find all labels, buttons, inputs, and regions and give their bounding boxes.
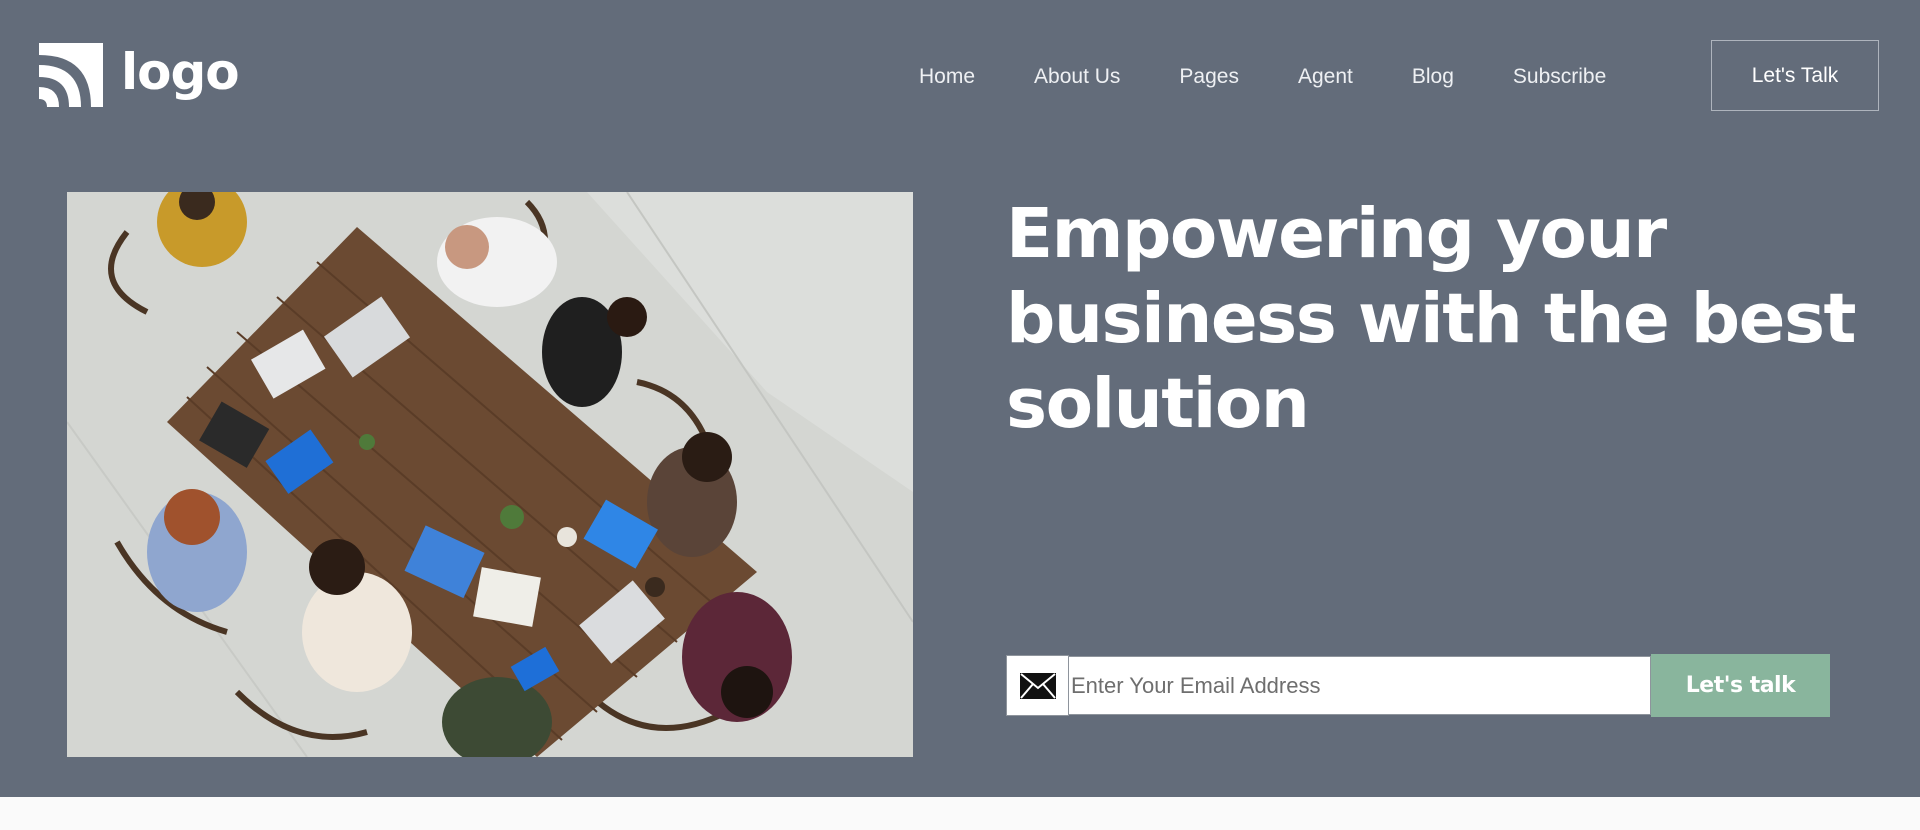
nav-agent[interactable]: Agent [1298,65,1353,89]
nav-pages[interactable]: Pages [1179,65,1239,89]
nav-home[interactable]: Home [919,65,975,89]
subscribe-submit-button[interactable]: Let's talk [1651,654,1830,717]
envelope-icon [1006,655,1069,716]
page-title: Empowering your business with the best s… [1006,194,1857,444]
hero-section: logo Home About Us Pages Agent Blog Subs… [0,0,1920,797]
subscribe-form: Let's talk [1006,654,1830,717]
email-field[interactable] [1069,656,1651,715]
logo-mark-icon [39,43,103,107]
team-meeting-photo-icon [67,192,913,757]
logo[interactable]: logo [39,43,240,107]
envelope-icon-glyph [1019,672,1056,699]
nav-subscribe[interactable]: Subscribe [1513,65,1606,89]
team-meeting-image [67,192,913,757]
next-section [0,797,1920,830]
nav-about-us[interactable]: About Us [1034,65,1120,89]
lets-talk-button[interactable]: Let's Talk [1711,40,1879,111]
nav-blog[interactable]: Blog [1412,65,1454,89]
logo-text: logo [121,43,240,101]
main-nav: Home About Us Pages Agent Blog Subscribe [919,62,1606,92]
